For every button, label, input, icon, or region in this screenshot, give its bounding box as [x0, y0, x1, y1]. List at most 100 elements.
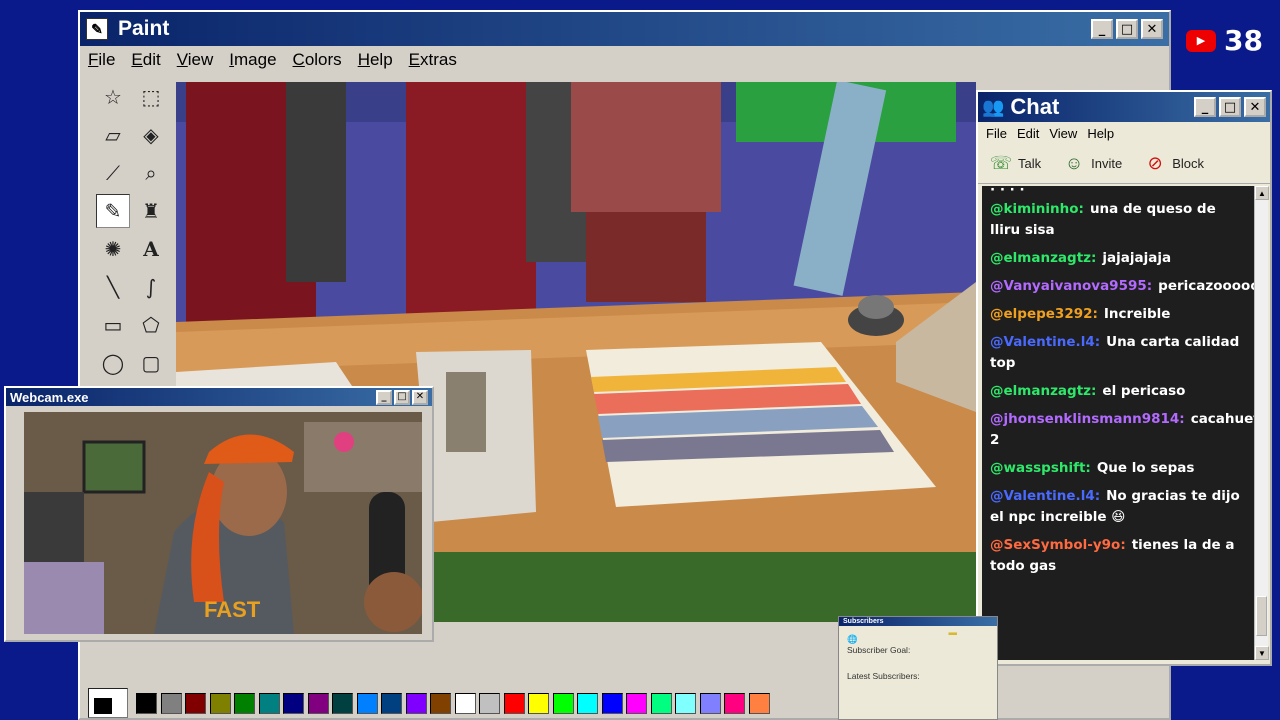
chat-close-button[interactable]: ✕ — [1244, 97, 1266, 117]
chat-text: el pericaso — [1102, 383, 1186, 399]
menu-extras[interactable]: Extras — [409, 50, 457, 70]
chat-username[interactable]: @elmanzagtz: — [990, 250, 1096, 266]
eraser-icon[interactable]: ▱ — [96, 118, 130, 152]
color-swatch[interactable] — [528, 692, 549, 714]
color-swatch[interactable] — [234, 692, 255, 714]
subscribers-title: Subscribers — [843, 618, 884, 625]
webcam-title: Webcam.exe — [10, 389, 89, 405]
chat-message-list: @kimininho: una de queso de lliru sisa @el… — [990, 199, 1256, 577]
scroll-down-icon[interactable]: ▼ — [1255, 646, 1269, 660]
chat-username[interactable]: @elpepe3292: — [990, 306, 1098, 322]
color-swatch[interactable] — [699, 692, 721, 714]
chat-minimize-button[interactable]: _ — [1194, 97, 1216, 117]
color-swatch[interactable] — [283, 692, 304, 714]
chat-username[interactable]: @wasspshift: — [990, 460, 1091, 476]
color-swatch[interactable] — [332, 692, 353, 714]
color-swatch[interactable] — [503, 692, 525, 714]
color-swatch[interactable] — [160, 692, 182, 714]
webcam-window: Webcam.exe _ □ ✕ FAST — [4, 386, 434, 642]
paint-titlebar[interactable]: ✎ Paint _ □ ✕ — [80, 12, 1169, 46]
menu-file[interactable]: File — [88, 50, 115, 70]
chat-username[interactable]: @Vanyaivanova9595: — [990, 278, 1152, 294]
youtube-logo-icon: ▶ — [1186, 29, 1216, 52]
color-swatch[interactable] — [430, 692, 451, 714]
color-swatch[interactable] — [136, 692, 157, 714]
color-swatch[interactable] — [577, 692, 598, 714]
invite-label: Invite — [1091, 156, 1123, 171]
text-icon[interactable]: A — [134, 232, 168, 266]
pencil-icon[interactable]: ✎ — [96, 194, 130, 228]
free-select-icon[interactable]: ☆ — [96, 80, 130, 114]
webcam-titlebar[interactable]: Webcam.exe _ □ ✕ — [6, 388, 432, 406]
color-picker-icon[interactable]: ⟋ — [96, 156, 130, 190]
color-swatch[interactable] — [209, 692, 231, 714]
magnifier-icon[interactable]: ⌕ — [134, 156, 168, 190]
chat-title: Chat — [1010, 94, 1060, 119]
chat-username[interactable]: @SexSymbol-y9o: — [990, 537, 1126, 553]
current-color-box[interactable] — [88, 688, 128, 718]
curve-icon[interactable]: ∫ — [134, 270, 168, 304]
invite-button[interactable]: ☺ Invite — [1061, 153, 1122, 175]
color-swatch[interactable] — [748, 692, 770, 714]
paint-app-icon: ✎ — [86, 18, 108, 40]
color-swatch[interactable] — [381, 692, 402, 714]
airbrush-icon[interactable]: ✺ — [96, 232, 130, 266]
chat-text: jajajajaja — [1102, 250, 1172, 266]
color-swatch[interactable] — [454, 692, 476, 714]
chat-menu-help[interactable]: Help — [1087, 126, 1114, 141]
chat-username[interactable]: @jhonsenklinsmann9814: — [990, 411, 1185, 427]
chat-message: @kimininho: una de queso de lliru sisa — [990, 199, 1248, 241]
fill-icon[interactable]: ◈ — [134, 118, 168, 152]
chat-menubar: File Edit View Help — [978, 122, 1270, 144]
menu-image[interactable]: Image — [229, 50, 276, 70]
scroll-thumb[interactable] — [1256, 596, 1267, 636]
rounded-rect-icon[interactable]: ▢ — [134, 346, 168, 380]
chat-maximize-button[interactable]: □ — [1219, 97, 1241, 117]
ellipse-icon[interactable]: ◯ — [96, 346, 130, 380]
color-swatch[interactable] — [601, 692, 623, 714]
line-icon[interactable]: ╲ — [96, 270, 130, 304]
chat-username[interactable]: @kimininho: — [990, 201, 1084, 217]
close-button[interactable]: ✕ — [1141, 19, 1163, 39]
chat-menu-view[interactable]: View — [1049, 126, 1077, 141]
chat-username[interactable]: @Valentine.l4: — [990, 334, 1100, 350]
webcam-feed-image: FAST — [24, 412, 422, 634]
scroll-up-icon[interactable]: ▲ — [1255, 186, 1269, 200]
rect-select-icon[interactable]: ⬚ — [134, 80, 168, 114]
brush-icon[interactable]: ♜ — [134, 194, 168, 228]
menu-edit[interactable]: Edit — [131, 50, 160, 70]
polygon-icon[interactable]: ⬠ — [134, 308, 168, 342]
block-button[interactable]: ⊘ Block — [1142, 153, 1204, 175]
menu-help[interactable]: Help — [358, 50, 393, 70]
color-swatch[interactable] — [626, 692, 647, 714]
color-swatch[interactable] — [258, 692, 280, 714]
menu-view[interactable]: View — [177, 50, 214, 70]
minimize-button[interactable]: _ — [1091, 19, 1113, 39]
webcam-maximize-button[interactable]: □ — [394, 389, 410, 405]
rectangle-icon[interactable]: ▭ — [96, 308, 130, 342]
globe-icon: 🌐 — [847, 634, 858, 644]
webcam-close-button[interactable]: ✕ — [412, 389, 428, 405]
color-swatch[interactable] — [724, 692, 745, 714]
color-swatch[interactable] — [185, 692, 206, 714]
color-swatch[interactable] — [552, 692, 574, 714]
color-swatch[interactable] — [650, 692, 672, 714]
talk-button[interactable]: ☏ Talk — [988, 153, 1041, 175]
chat-username[interactable]: @elmanzagtz: — [990, 383, 1096, 399]
color-swatch[interactable] — [356, 692, 378, 714]
talk-icon: ☏ — [989, 153, 1013, 173]
color-swatch[interactable] — [479, 692, 500, 714]
chat-titlebar[interactable]: 👥 Chat _ □ ✕ — [978, 92, 1270, 122]
maximize-button[interactable]: □ — [1116, 19, 1138, 39]
chat-menu-file[interactable]: File — [986, 126, 1007, 141]
menu-colors[interactable]: Colors — [293, 50, 342, 70]
chat-username[interactable]: @Valentine.l4: — [990, 488, 1100, 504]
chat-scrollbar[interactable]: ▲ ▼ — [1254, 186, 1269, 660]
chat-message: @jhonsenklinsmann9814:cacahuetes 2 — [990, 409, 1256, 451]
color-swatch[interactable] — [307, 692, 329, 714]
chat-menu-edit[interactable]: Edit — [1017, 126, 1039, 141]
color-swatch[interactable] — [405, 692, 427, 714]
webcam-video: FAST — [24, 412, 422, 634]
webcam-minimize-button[interactable]: _ — [376, 389, 392, 405]
color-swatch[interactable] — [675, 692, 696, 714]
